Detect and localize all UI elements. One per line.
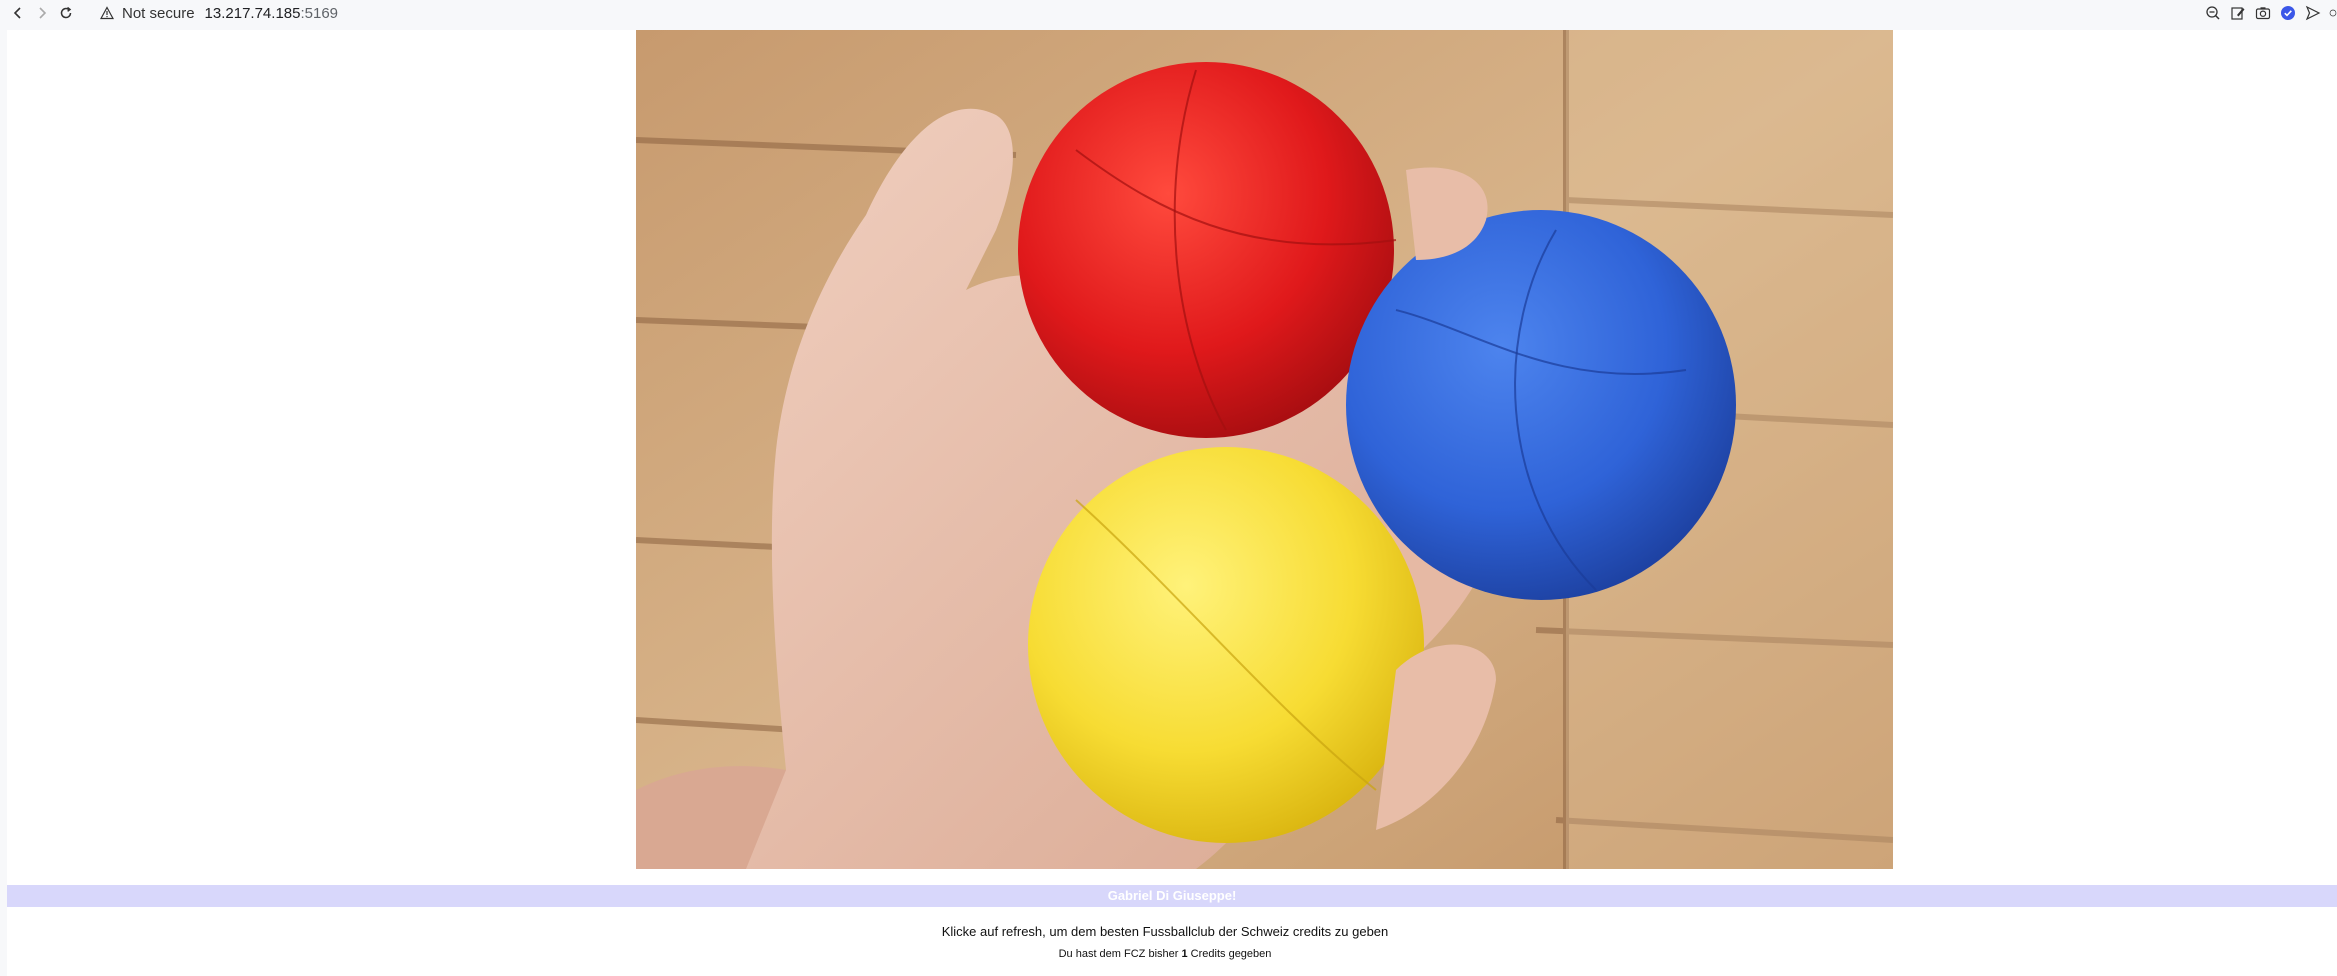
url-host[interactable]: 13.217.74.185: [205, 5, 301, 22]
back-button[interactable]: [6, 1, 30, 25]
browser-toolbar: Not secure 13.217.74.185:5169: [0, 0, 2337, 26]
toolbar-actions: [2204, 0, 2337, 26]
forward-icon: [39, 7, 47, 19]
reload-button[interactable]: [54, 1, 78, 25]
send-icon[interactable]: [2304, 4, 2322, 22]
address-bar[interactable]: Not secure 13.217.74.185:5169: [100, 5, 338, 22]
url-port[interactable]: :5169: [300, 5, 338, 22]
warning-icon[interactable]: [100, 5, 116, 21]
credits-prefix: Du hast dem FCZ bisher: [1058, 948, 1179, 960]
credits-suffix: Credits gegeben: [1190, 948, 1272, 960]
page-viewport: Gabriel Di Giuseppe! Klicke auf refresh,…: [7, 30, 2337, 976]
credits-count: 1: [1181, 948, 1188, 960]
menu-icon[interactable]: [2329, 4, 2337, 22]
greeting-banner: Gabriel Di Giuseppe!: [7, 885, 2337, 907]
refresh-instruction: Klicke auf refresh, um dem besten Fussba…: [941, 924, 1389, 939]
edit-icon[interactable]: [2229, 4, 2247, 22]
back-icon: [13, 7, 21, 19]
reload-icon: [60, 6, 72, 19]
forward-button[interactable]: [30, 1, 54, 25]
zoom-out-icon[interactable]: [2204, 4, 2222, 22]
camera-icon[interactable]: [2254, 4, 2272, 22]
credits-message: Du hast dem FCZ bisher 1 Credits gegeben: [7, 948, 2323, 960]
juggling-balls-image: [636, 30, 1893, 869]
hero-image: [636, 30, 1893, 869]
shield-check-icon[interactable]: [2279, 4, 2297, 22]
security-label[interactable]: Not secure: [122, 5, 195, 22]
